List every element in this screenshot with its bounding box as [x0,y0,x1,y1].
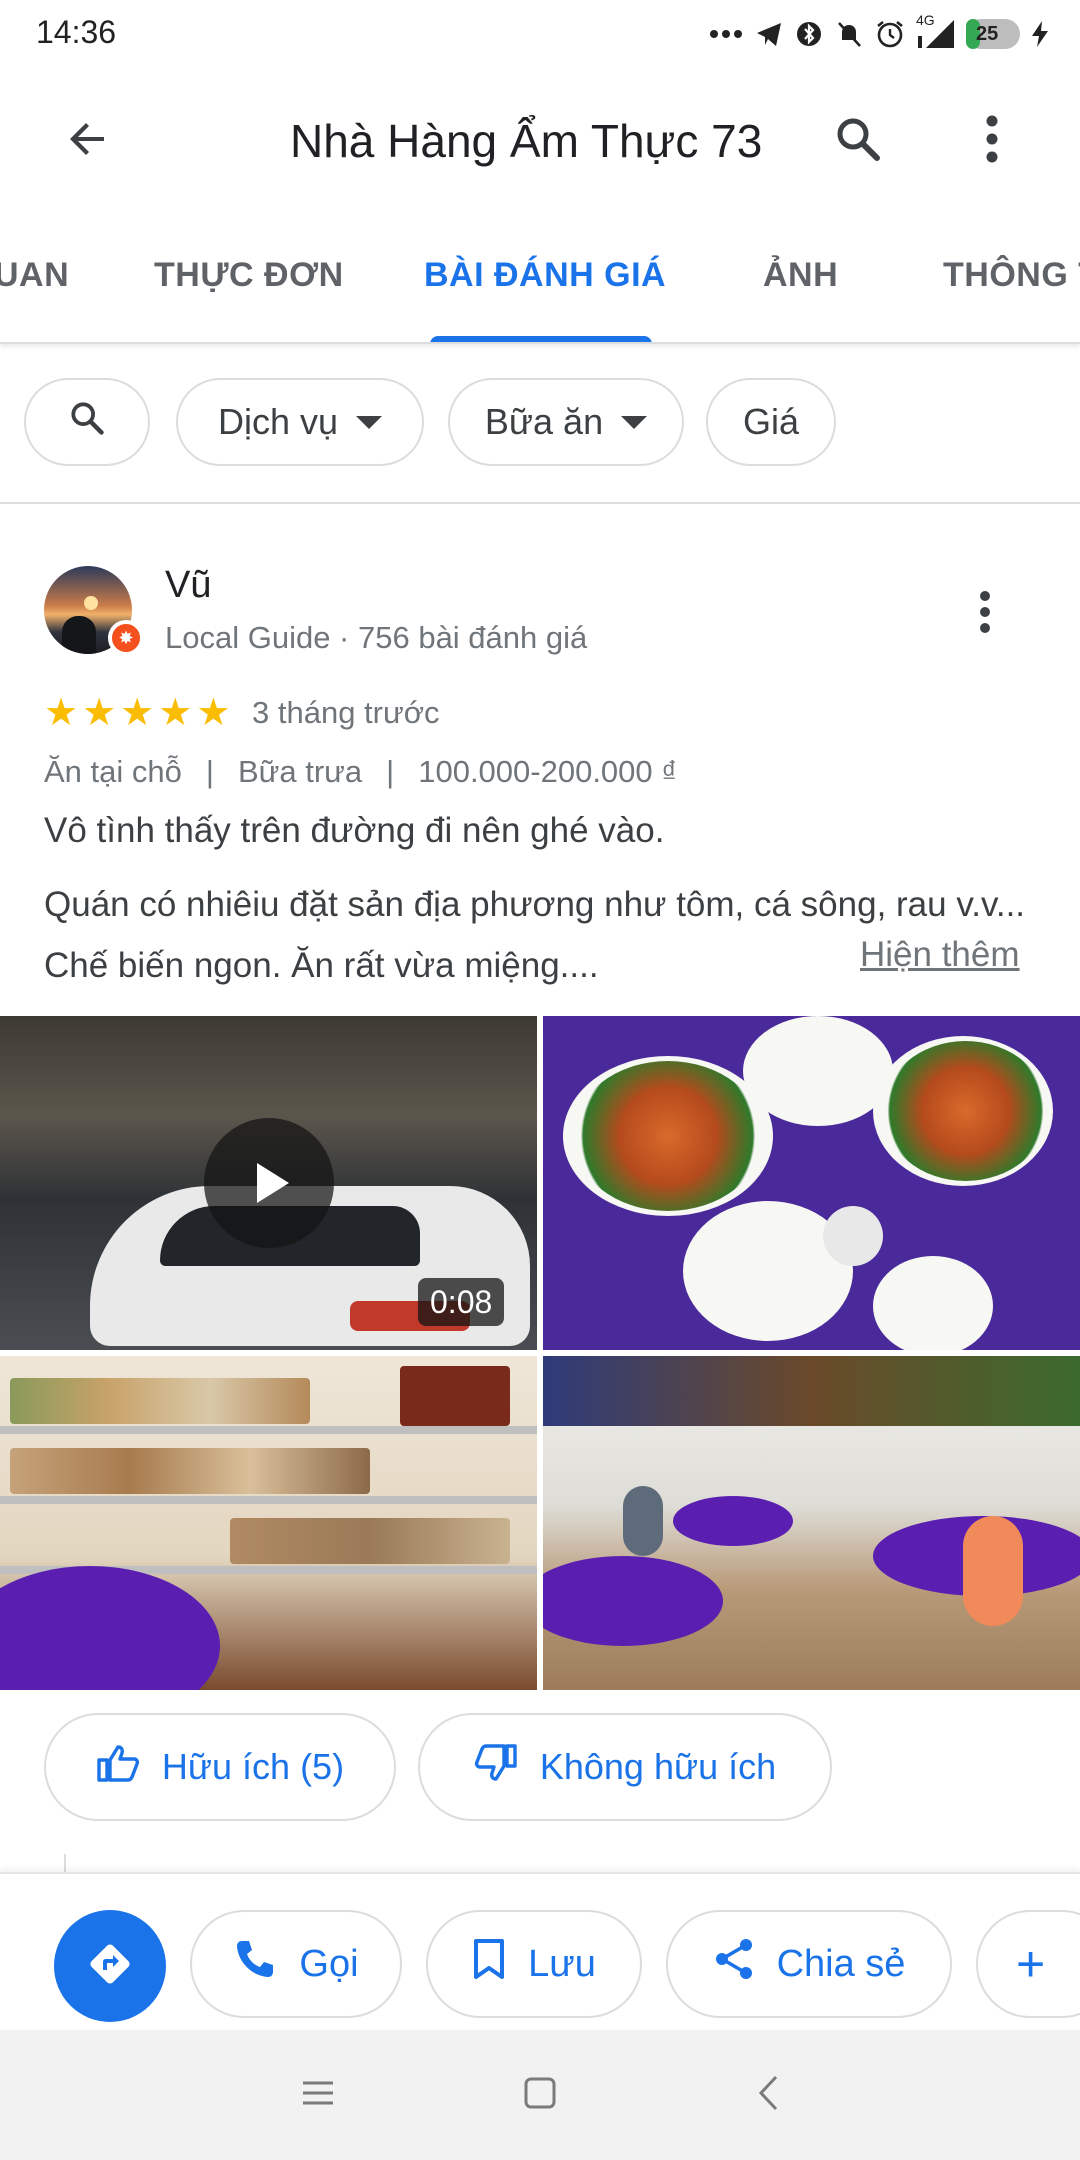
system-back-button[interactable] [738,2065,798,2125]
search-button[interactable] [818,101,898,181]
status-time: 14:36 [36,14,117,50]
tag-price-range: 100.000-200.000 ₫ [418,754,678,789]
helpful-label: Hữu ích (5) [161,1746,345,1787]
star-icon: ★ [44,692,79,734]
reviewer-name[interactable]: Vũ [165,564,211,607]
search-icon [68,399,106,446]
review-photo-shop-shelves[interactable] [0,1356,537,1690]
directions-button[interactable] [54,1910,166,2022]
system-navigation-bar [0,2030,1080,2160]
call-button[interactable]: Gọi [190,1910,402,2018]
signal-4g-icon: 4G [916,12,956,50]
home-button[interactable] [510,2065,570,2125]
battery-indicator: 25 [966,19,1020,49]
tab-overview[interactable]: UAN [0,256,69,295]
tab-reviews[interactable]: BÀI ĐÁNH GIÁ [424,256,666,295]
read-more-link[interactable]: Hiện thêm [860,935,1020,975]
back-button[interactable] [48,101,128,181]
local-guide-badge-icon: ✸ [108,620,144,656]
more-actions-button[interactable]: + [976,1910,1080,2018]
star-rating: ★ ★ ★ ★ ★ [44,694,230,732]
active-tab-indicator [430,336,652,342]
bluetooth-icon [794,19,824,49]
helpful-button[interactable]: Hữu ích (5) [44,1713,396,1821]
tag-meal-type: Bữa trưa [237,754,363,789]
filter-chip-label: Dịch vụ [217,401,339,442]
telegram-icon [754,19,784,49]
star-icon: ★ [196,692,231,734]
dropdown-arrow-icon [356,415,383,429]
tag-dine-in: Ăn tại chỗ [44,754,182,789]
battery-level: 25 [976,22,999,45]
tab-menu[interactable]: THỰC ĐƠN [154,256,344,295]
tag-separator: | [205,754,214,789]
filter-chip-meal[interactable]: Bữa ăn [448,378,684,466]
star-icon: ★ [158,692,193,734]
review-photo-dining-room[interactable] [543,1356,1080,1690]
directions-icon [85,1939,135,1994]
charging-icon [1030,19,1050,49]
review-text-line: Vô tình thấy trên đường đi nên ghé vào. [44,811,665,850]
app-bar: Nhà Hàng Ẩm Thực 73 [0,66,1080,216]
review-photos-grid: 0:08 [0,1016,1080,1690]
video-duration: 0:08 [418,1278,505,1326]
call-label: Gọi [299,1942,359,1985]
phone-icon [233,1937,277,1991]
review-options-button[interactable] [965,584,1005,644]
review-photo-food[interactable] [543,1016,1080,1350]
search-reviews-chip[interactable] [24,378,150,466]
not-helpful-button[interactable]: Không hữu ích [418,1713,832,1821]
play-icon[interactable] [204,1118,334,1248]
filter-chip-label: Bữa ăn [484,401,604,442]
recent-apps-button[interactable] [288,2065,348,2125]
thumb-up-icon [96,1743,140,1792]
more-vert-icon [979,590,991,639]
more-notifications-icon [708,28,744,40]
tag-separator: | [386,754,395,789]
network-type: 4G [916,12,935,28]
thumb-down-icon [474,1743,518,1792]
share-label: Chia sẻ [776,1942,906,1985]
status-bar: 14:36 4G 25 [0,0,1080,66]
alarm-icon [874,18,906,50]
tab-photos[interactable]: ẢNH [763,256,838,295]
home-square-icon [523,2076,557,2115]
mute-icon [834,19,864,49]
bookmark-icon [472,1937,506,1991]
filter-chip-service[interactable]: Dịch vụ [176,378,424,466]
tab-about[interactable]: THÔNG T [943,256,1080,295]
place-action-bar: Gọi Lưu Chia sẻ + [0,1872,1080,2030]
filter-chip-label: Giá [742,401,800,442]
tab-bar: UAN THỰC ĐƠN BÀI ĐÁNH GIÁ ẢNH THÔNG T [0,216,1080,344]
search-icon [833,114,883,169]
not-helpful-label: Không hữu ích [539,1746,777,1787]
status-icons: 4G 25 [708,12,1050,54]
filter-chip-price[interactable]: Giá [706,378,836,466]
add-icon: + [1016,1936,1046,1992]
review-tags: Ăn tại chỗ | Bữa trưa | 100.000-200.000 … [44,754,677,790]
more-vert-icon [985,114,999,169]
save-button[interactable]: Lưu [426,1910,642,2018]
menu-icon [301,2079,335,2112]
review-video-thumbnail[interactable]: 0:08 [0,1016,537,1350]
share-button[interactable]: Chia sẻ [666,1910,952,2018]
star-icon: ★ [82,692,117,734]
share-icon [713,1937,755,1991]
divider [64,1854,66,1874]
arrow-back-icon [64,115,112,168]
more-options-button[interactable] [952,101,1032,181]
chevron-left-icon [756,2074,780,2117]
review-filters: Dịch vụ Bữa ăn Giá [0,344,1080,504]
review-date: 3 tháng trước [252,695,440,730]
dropdown-arrow-icon [621,415,648,429]
save-label: Lưu [528,1942,596,1985]
star-icon: ★ [120,692,155,734]
page-title: Nhà Hàng Ẩm Thực 73 [290,115,763,167]
reviewer-meta: Local Guide · 756 bài đánh giá [165,620,588,655]
